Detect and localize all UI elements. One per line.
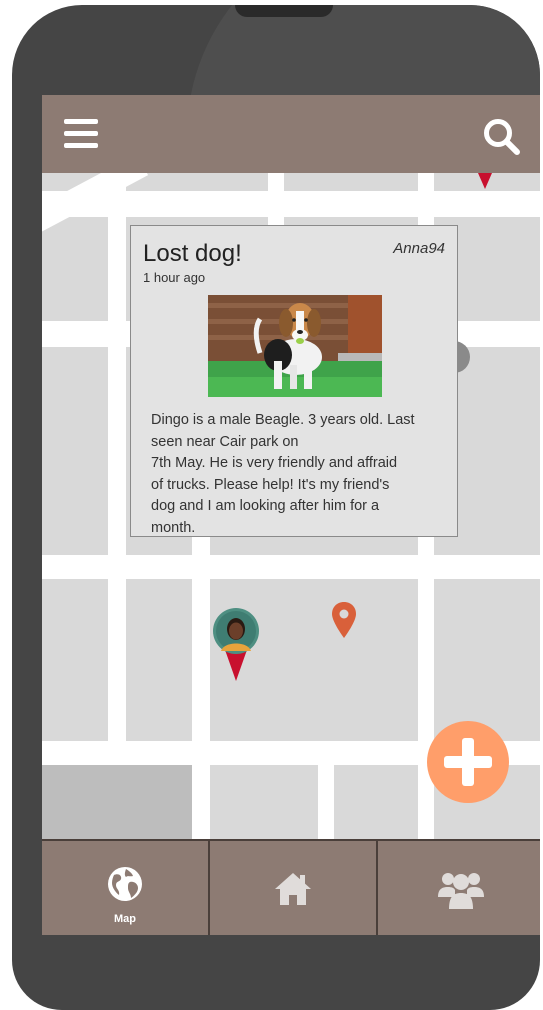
post-title: Lost dog!: [143, 240, 242, 267]
phone-frame: Lost dog! 1 hour ago Anna94 Dingo is a m…: [12, 5, 540, 1010]
user-avatar-pin[interactable]: [212, 607, 260, 683]
map-pin-red[interactable]: [478, 173, 492, 191]
phone-speaker: [235, 5, 333, 17]
post-popup-card[interactable]: Lost dog! 1 hour ago Anna94 Dingo is a m…: [130, 225, 458, 537]
nav-item-home[interactable]: [210, 839, 378, 935]
nav-label-map: Map: [114, 913, 136, 925]
app-screen: Lost dog! 1 hour ago Anna94 Dingo is a m…: [42, 95, 540, 935]
map-road: [108, 173, 126, 743]
hamburger-icon[interactable]: [64, 119, 98, 149]
post-description: Dingo is a male Beagle. 3 years old. Las…: [151, 410, 447, 539]
nav-item-map[interactable]: Map: [42, 839, 210, 935]
nav-item-community[interactable]: [378, 839, 540, 935]
post-description-line: seen near Cair park on: [151, 433, 299, 450]
home-icon: [273, 871, 313, 912]
beagle-photo[interactable]: [208, 295, 382, 397]
add-post-button[interactable]: [427, 721, 509, 803]
post-description-line: 7th May. He is very friendly and affraid: [151, 455, 398, 471]
map-road: [192, 525, 210, 845]
map-road: [268, 173, 284, 233]
post-username[interactable]: Anna94: [393, 240, 445, 257]
post-description-line: Dingo is a male Beagle. 3 years old. Las…: [151, 412, 415, 428]
map-pin-orange[interactable]: [332, 602, 356, 638]
group-icon: [438, 869, 484, 914]
post-description-line: dog and I am looking after him for a: [151, 498, 380, 514]
globe-icon: [106, 865, 144, 908]
map-building: [42, 765, 192, 845]
post-description-line: of trucks. Please help! It's my friend's: [151, 476, 390, 493]
post-time: 1 hour ago: [143, 270, 206, 285]
top-app-bar: [42, 95, 540, 173]
bottom-navigation: Map: [42, 839, 540, 935]
search-icon[interactable]: [482, 117, 522, 157]
post-description-line: month.: [151, 519, 196, 536]
